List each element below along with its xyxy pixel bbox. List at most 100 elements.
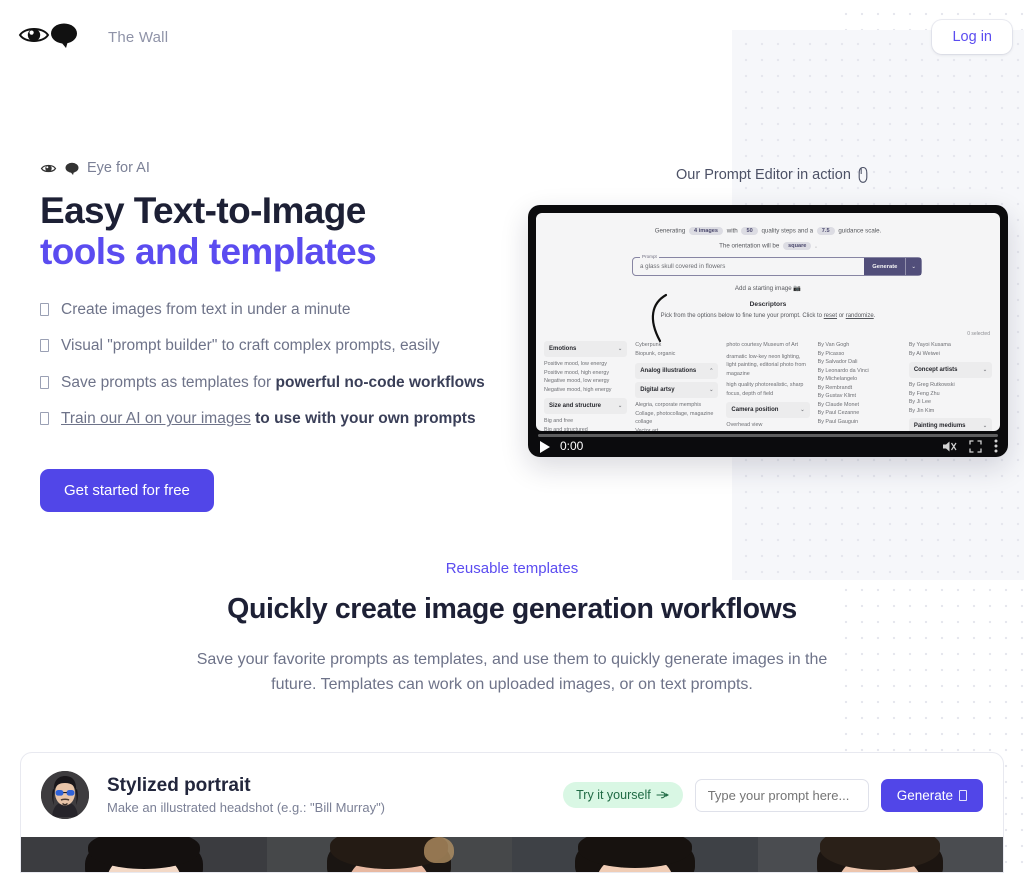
descriptor-option[interactable]: By Ai Weiwei xyxy=(909,350,992,359)
chevron-down-icon[interactable]: ⌄ xyxy=(983,367,987,373)
chevron-down-icon[interactable]: ⌄ xyxy=(709,387,713,393)
descriptor-option[interactable]: Positive mood, low energy xyxy=(544,360,627,369)
descriptor-option[interactable]: By Rembrandt xyxy=(818,384,901,393)
descriptor-option[interactable]: By Greg Rutkowski xyxy=(909,381,992,390)
descriptor-option[interactable]: By Jin Kim xyxy=(909,407,992,416)
chevron-down-icon[interactable]: ⌄ xyxy=(905,258,921,275)
editor-descriptor-columns: Emotions ⌄ Positive mood, low energy Posi… xyxy=(544,341,993,431)
descriptor-group[interactable]: Digital artsy ⌄ xyxy=(635,382,719,399)
orientation-text: The orientation will be xyxy=(719,242,780,250)
chevron-up-icon[interactable]: ⌃ xyxy=(709,368,713,374)
descriptors-sub-c: . xyxy=(873,313,876,319)
descriptor-option[interactable]: By Michelangelo xyxy=(818,375,901,384)
editor-descriptors-subtitle: Pick from the options below to fine tune… xyxy=(536,313,1000,319)
descriptor-option[interactable]: By Gustav Klimt xyxy=(818,392,901,401)
video-player[interactable]: Generating 4 images with 50 quality step… xyxy=(528,205,1008,457)
editor-descriptors-title: Descriptors xyxy=(749,301,787,308)
camera-icon: 📷 xyxy=(793,285,802,292)
list-item: Train our AI on your images to use with … xyxy=(40,408,540,430)
avatar-illustration xyxy=(41,771,89,819)
kebab-menu-icon[interactable] xyxy=(994,439,998,453)
guidance-scale-chip[interactable]: 7.5 xyxy=(816,227,835,235)
hero-eyebrow-label: Eye for AI xyxy=(87,160,150,176)
descriptor-option[interactable]: Biopunk, organic xyxy=(635,350,718,359)
missing-glyph-box-icon xyxy=(40,339,49,353)
hero-left-column: Eye for AI Easy Text-to-Image tools and … xyxy=(40,160,540,512)
template-title: Stylized portrait xyxy=(107,775,251,796)
chevron-down-icon[interactable]: ⌄ xyxy=(800,407,804,413)
group-title: Emotions xyxy=(549,346,577,352)
reset-link[interactable]: reset xyxy=(824,313,837,319)
editor-prompt-field[interactable]: Prompt a glass skull covered in flowers … xyxy=(632,254,922,276)
get-started-button[interactable]: Get started for free xyxy=(40,468,214,512)
list-item[interactable] xyxy=(757,837,1003,872)
chevron-down-icon[interactable]: ⌄ xyxy=(983,423,987,429)
headline-line-2: tools and templates xyxy=(40,231,377,273)
template-card-text: Stylized portrait Make an illustrated he… xyxy=(107,775,385,815)
bullet-text: Save prompts as templates for xyxy=(61,373,276,391)
descriptor-option[interactable]: Overhead view xyxy=(726,421,809,430)
bullet-text: Visual "prompt builder" to craft complex… xyxy=(61,337,440,355)
descriptor-option[interactable]: high quality photorealistic, sharp focus… xyxy=(726,381,809,398)
chevron-down-icon[interactable]: ⌄ xyxy=(618,403,622,409)
descriptor-group[interactable]: Painting mediums ⌄ xyxy=(908,418,993,431)
descriptor-group[interactable]: Size and structure ⌄ xyxy=(544,398,628,415)
mute-icon[interactable] xyxy=(942,440,957,453)
descriptor-group[interactable]: Emotions ⌄ xyxy=(544,341,628,357)
descriptor-group[interactable]: Analog illustrations ⌃ xyxy=(635,363,719,380)
descriptor-option[interactable]: By Paul Cezanne xyxy=(818,409,901,418)
descriptor-option[interactable]: Positive mood, high energy xyxy=(544,369,627,378)
fullscreen-icon[interactable] xyxy=(969,439,982,453)
descriptor-option[interactable]: By Salvador Dali xyxy=(818,358,901,367)
video-caption: Our Prompt Editor in action xyxy=(676,166,869,184)
list-item[interactable] xyxy=(266,837,512,872)
images-count-chip[interactable]: 4 images xyxy=(689,227,723,235)
headline-line-1: Easy Text-to-Image xyxy=(40,190,366,231)
orientation-period: . xyxy=(815,242,817,250)
editor-add-starting-image[interactable]: Add a starting image 📷 xyxy=(536,284,1000,292)
group-title: Concept artists xyxy=(913,367,958,374)
summary-text-a: Generating xyxy=(654,227,686,235)
descriptor-option[interactable]: By Feng Zhu xyxy=(909,390,992,399)
descriptor-option[interactable]: By Van Gogh xyxy=(818,341,901,350)
video-progress-bar[interactable] xyxy=(538,434,998,437)
bullet-text: Create images from text in under a minut… xyxy=(61,300,351,318)
editor-generate-button[interactable]: Generate xyxy=(864,258,906,275)
descriptor-option[interactable]: Big and free xyxy=(544,417,627,426)
logo[interactable] xyxy=(18,22,79,48)
orientation-chip[interactable]: square xyxy=(783,242,812,250)
prompt-editor-screenshot: Generating 4 images with 50 quality step… xyxy=(536,213,1000,431)
descriptor-option[interactable]: Negative mood, high energy xyxy=(544,386,627,395)
template-prompt-input[interactable] xyxy=(694,778,869,812)
descriptor-option[interactable]: photo courtesy Museum of Art xyxy=(726,341,809,350)
descriptor-option[interactable]: Alegria, corporate memphis xyxy=(635,401,718,410)
login-button[interactable]: Log in xyxy=(932,20,1012,54)
bullet-link[interactable]: Train our AI on your images xyxy=(61,410,251,427)
descriptor-option[interactable]: By Ji Lee xyxy=(909,398,992,407)
chevron-down-icon[interactable]: ⌄ xyxy=(618,346,622,352)
descriptor-option[interactable]: By Yayoi Kusama xyxy=(909,341,992,350)
video-controls[interactable]: 0:00 xyxy=(528,431,1008,457)
play-icon[interactable] xyxy=(540,441,550,453)
descriptor-option[interactable]: By Paul Gauguin xyxy=(818,418,901,427)
quality-steps-chip[interactable]: 50 xyxy=(741,227,758,235)
descriptor-option[interactable]: Negative mood, low energy xyxy=(544,377,627,386)
editor-generation-summary: Generating 4 images with 50 quality step… xyxy=(536,227,1000,235)
descriptor-option[interactable]: By Leonardo da Vinci xyxy=(818,367,901,376)
descriptor-option[interactable]: dramatic low-key neon lighting, light pa… xyxy=(726,353,809,379)
template-card: Stylized portrait Make an illustrated he… xyxy=(20,752,1004,873)
descriptor-group[interactable]: Camera position ⌄ xyxy=(726,402,810,419)
randomize-link[interactable]: randomize xyxy=(846,313,874,319)
template-generate-button[interactable]: Generate xyxy=(880,778,983,812)
descriptor-group[interactable]: Concept artists ⌄ xyxy=(908,362,993,379)
list-item: Visual "prompt builder" to craft complex… xyxy=(40,335,540,357)
summary-text-d: guidance scale. xyxy=(838,227,882,235)
list-item[interactable] xyxy=(512,837,758,872)
hero-eyebrow: Eye for AI xyxy=(40,160,540,176)
descriptor-option[interactable]: By Claude Monet xyxy=(818,401,901,410)
list-item[interactable] xyxy=(21,837,267,872)
descriptor-option[interactable]: Collage, photocollage, magazine collage xyxy=(635,410,718,427)
descriptor-option[interactable]: By Picasso xyxy=(818,350,901,359)
landing-page: The Wall Log in Eye for AI Easy Text-to-… xyxy=(0,0,1024,873)
missing-glyph-box-icon xyxy=(40,375,49,389)
